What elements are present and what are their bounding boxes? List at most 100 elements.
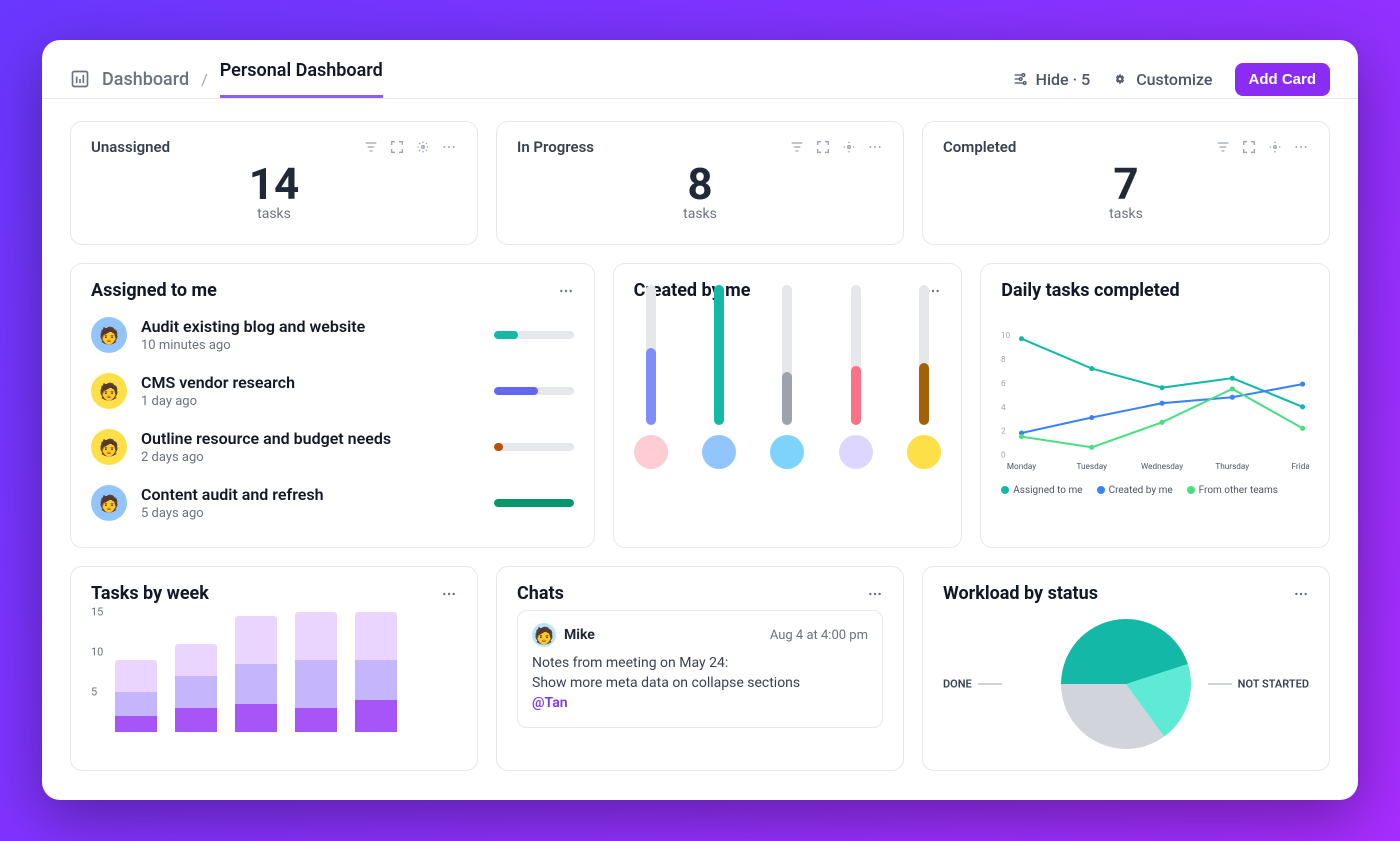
stacked-bar-chart: 51015	[91, 612, 457, 732]
expand-icon[interactable]	[815, 139, 831, 155]
more-icon[interactable]	[441, 586, 457, 602]
task-meta: 1 day ago	[141, 394, 480, 409]
task-row[interactable]: 🧑 Audit existing blog and website 10 min…	[91, 307, 574, 363]
stat-value: 14	[91, 162, 457, 206]
svg-text:Wednesday: Wednesday	[1141, 462, 1183, 472]
chat-message[interactable]: 🧑 Mike Aug 4 at 4:00 pm Notes from meeti…	[517, 610, 883, 728]
sliders-icon	[1012, 71, 1028, 87]
chats-card: Chats 🧑 Mike Aug 4 at 4:00 pm Notes from…	[496, 566, 904, 771]
stacked-bar	[295, 612, 337, 732]
progress-bar	[494, 499, 574, 507]
more-icon[interactable]	[558, 283, 574, 299]
customize-button[interactable]: Customize	[1112, 70, 1212, 89]
stats-row: Unassigned 14 tasks In Progress	[70, 121, 1330, 245]
stat-unit: tasks	[517, 206, 883, 222]
created-by-me-card: Created by me	[613, 263, 963, 548]
avatar	[770, 435, 804, 469]
avatar	[634, 435, 668, 469]
svg-text:0: 0	[1001, 451, 1006, 461]
avatar	[839, 435, 873, 469]
workload-card: Workload by status DONE NOT STARTED	[922, 566, 1330, 771]
svg-text:2: 2	[1001, 427, 1006, 437]
vbar	[702, 285, 736, 469]
filter-icon[interactable]	[789, 139, 805, 155]
chat-time: Aug 4 at 4:00 pm	[770, 628, 868, 643]
stat-card-inprogress: In Progress 8 tasks	[496, 121, 904, 245]
task-row[interactable]: 🧑 Content audit and refresh 5 days ago	[91, 475, 574, 531]
tasks-by-week-card: Tasks by week 51015	[70, 566, 478, 771]
stat-unit: tasks	[91, 206, 457, 222]
task-title: Content audit and refresh	[141, 485, 480, 504]
breadcrumb-root[interactable]: Dashboard	[102, 69, 189, 90]
task-meta: 10 minutes ago	[141, 338, 480, 353]
dashboard-window: Dashboard / Personal Dashboard Hide · 5 …	[42, 40, 1358, 800]
svg-text:Thursday: Thursday	[1216, 462, 1250, 472]
task-row[interactable]: 🧑 Outline resource and budget needs 2 da…	[91, 419, 574, 475]
pie-label-done: DONE	[943, 678, 1002, 691]
stat-title: In Progress	[517, 138, 594, 156]
more-icon[interactable]	[441, 139, 457, 155]
breadcrumb-current[interactable]: Personal Dashboard	[220, 60, 383, 98]
filter-icon[interactable]	[363, 139, 379, 155]
task-row[interactable]: 🧑 CMS vendor research 1 day ago	[91, 363, 574, 419]
gear-icon	[1112, 71, 1128, 87]
stat-value: 7	[943, 162, 1309, 206]
vbar	[839, 285, 873, 469]
svg-text:Monday: Monday	[1007, 462, 1036, 472]
stacked-bar	[355, 612, 397, 732]
pie-label-notstarted: NOT STARTED	[1208, 678, 1309, 691]
more-icon[interactable]	[1293, 139, 1309, 155]
stacked-bar	[115, 660, 157, 732]
avatar: 🧑	[91, 429, 127, 465]
hide-label: Hide · 5	[1036, 70, 1091, 89]
stat-value: 8	[517, 162, 883, 206]
stat-card-completed: Completed 7 tasks	[922, 121, 1330, 245]
more-icon[interactable]	[1293, 586, 1309, 602]
vbar	[770, 285, 804, 469]
stat-unit: tasks	[943, 206, 1309, 222]
pie-chart: DONE NOT STARTED	[943, 614, 1309, 754]
top-actions: Hide · 5 Customize Add Card	[1012, 63, 1330, 96]
more-icon[interactable]	[867, 139, 883, 155]
breadcrumb: Dashboard / Personal Dashboard	[70, 60, 383, 98]
card-title: Daily tasks completed	[1001, 280, 1179, 301]
card-title: Chats	[517, 583, 564, 604]
card-title: Assigned to me	[91, 280, 217, 301]
avatar: 🧑	[91, 485, 127, 521]
stat-title: Unassigned	[91, 138, 170, 156]
chat-line-2: Show more meta data on collapse sections	[532, 675, 868, 691]
avatar: 🧑	[532, 623, 556, 647]
customize-label: Customize	[1136, 70, 1212, 89]
middle-row: Assigned to me 🧑 Audit existing blog and…	[70, 263, 1330, 548]
hide-button[interactable]: Hide · 5	[1012, 70, 1091, 89]
gear-icon[interactable]	[841, 139, 857, 155]
task-meta: 2 days ago	[141, 450, 480, 465]
chart-legend: Assigned to meCreated by meFrom other te…	[1001, 485, 1309, 496]
svg-text:Friday: Friday	[1292, 462, 1309, 472]
more-icon[interactable]	[867, 586, 883, 602]
avatar	[702, 435, 736, 469]
content-area: Unassigned 14 tasks In Progress	[42, 99, 1358, 800]
expand-icon[interactable]	[1241, 139, 1257, 155]
avatar	[907, 435, 941, 469]
progress-bar	[494, 387, 574, 395]
add-card-button[interactable]: Add Card	[1235, 63, 1331, 96]
chat-mention[interactable]: @Tan	[532, 695, 868, 711]
avatar: 🧑	[91, 317, 127, 353]
gear-icon[interactable]	[415, 139, 431, 155]
stacked-bar	[175, 644, 217, 732]
card-title: Tasks by week	[91, 583, 209, 604]
task-title: Outline resource and budget needs	[141, 429, 480, 448]
breadcrumb-separator: /	[201, 70, 208, 89]
task-title: CMS vendor research	[141, 373, 480, 392]
expand-icon[interactable]	[389, 139, 405, 155]
stat-title: Completed	[943, 138, 1016, 156]
chat-author: Mike	[564, 627, 595, 643]
bottom-row: Tasks by week 51015 Chats 🧑 Mike	[70, 566, 1330, 771]
gear-icon[interactable]	[1267, 139, 1283, 155]
svg-text:6: 6	[1001, 379, 1006, 389]
filter-icon[interactable]	[1215, 139, 1231, 155]
task-title: Audit existing blog and website	[141, 317, 480, 336]
chat-line-1: Notes from meeting on May 24:	[532, 655, 868, 671]
line-chart: 0246810MondayTuesdayWednesdayThursdayFri…	[1001, 309, 1309, 479]
